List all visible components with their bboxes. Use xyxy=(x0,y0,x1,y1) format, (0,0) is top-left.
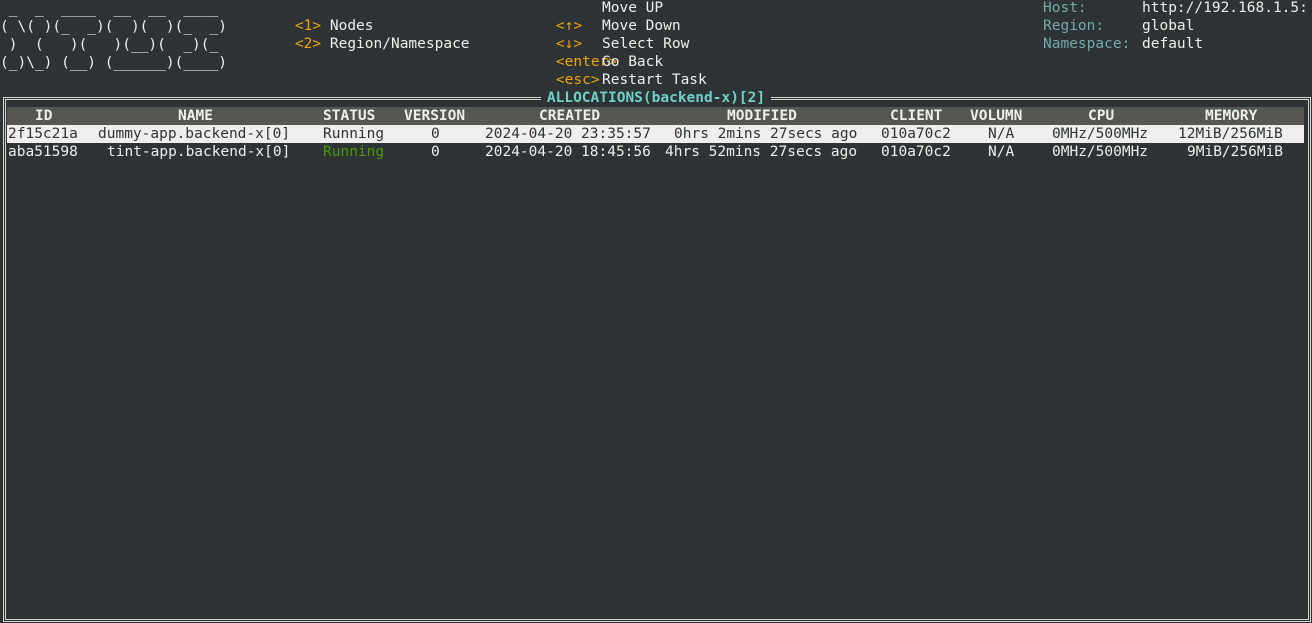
cell-id: 2f15c21a xyxy=(8,126,78,142)
col-version[interactable]: VERSION xyxy=(404,107,465,125)
shortcut-region-namespace[interactable]: <2> Region/Namespace xyxy=(260,17,470,52)
logo-line: _ _ ____ __ __ ____ xyxy=(0,1,227,17)
cell-cpu: 0MHz/500MHz xyxy=(1052,144,1149,160)
logo-line: ( \( )(_ _)( )( )(_ _) xyxy=(0,19,227,35)
cell-name: tint-app.backend-x[0] xyxy=(107,144,291,160)
cell-status: Running xyxy=(323,126,385,142)
cell-modified: 4hrs 52mins 27secs ago xyxy=(665,144,858,160)
table-row[interactable]: aba51598 tint-app.backend-x[0] Running 0… xyxy=(7,143,1304,161)
cell-memory: 12MiB/256MiB xyxy=(1178,126,1283,142)
logo-line: (_)\_) (__) (______)(____) xyxy=(0,55,227,71)
cell-version: 0 xyxy=(431,126,440,142)
cell-created: 2024-04-20 18:45:56 xyxy=(485,144,651,160)
shortcut-nodes[interactable]: <1> Nodes xyxy=(260,0,374,34)
shortcut-move-down[interactable]: <↓> xyxy=(521,17,582,52)
cell-modified: 0hrs 2mins 27secs ago xyxy=(674,126,858,142)
shortcut-label: Move UP xyxy=(602,0,664,16)
cell-version: 0 xyxy=(431,144,440,160)
shortcut-key: <2> xyxy=(294,36,322,52)
allocations-panel xyxy=(3,97,1311,622)
cell-id: aba51598 xyxy=(8,144,78,160)
shortcut-go-back[interactable]: <esc> xyxy=(521,53,600,88)
shortcut-label: Select Row xyxy=(602,36,690,52)
logo-line: ) ( )( )(__)( _)(_ xyxy=(0,37,227,53)
app-logo: _ _ ____ __ __ ____ ( \( )(_ _)( )( )(_ … xyxy=(0,0,227,108)
shortcut-label: Region/Namespace xyxy=(329,36,470,52)
cell-memory: 9MiB/256MiB xyxy=(1187,144,1284,160)
shortcut-label: Move Down xyxy=(602,18,681,34)
shortcut-move-up[interactable]: <↑> xyxy=(521,0,582,34)
shortcut-label: Go Back xyxy=(602,54,664,70)
terminal-screen: _ _ ____ __ __ ____ ( \( )(_ _)( )( )(_ … xyxy=(0,0,1312,623)
col-name[interactable]: NAME xyxy=(178,107,213,125)
host-value: http://192.168.1.5: xyxy=(1142,0,1308,16)
cell-cpu: 0MHz/500MHz xyxy=(1052,126,1149,142)
cell-volumn: N/A xyxy=(988,144,1015,160)
col-modified[interactable]: MODIFIED xyxy=(727,107,797,125)
col-created[interactable]: CREATED xyxy=(539,107,600,125)
cell-status: Running xyxy=(323,144,385,160)
cell-name: dummy-app.backend-x[0] xyxy=(98,126,291,142)
cell-client: 010a70c2 xyxy=(881,144,951,160)
namespace-value: default xyxy=(1142,36,1204,52)
allocations-table: ID NAME STATUS VERSION CREATED MODIFIED … xyxy=(7,107,1304,161)
col-cpu[interactable]: CPU xyxy=(1088,107,1114,125)
table-row[interactable]: 2f15c21a dummy-app.backend-x[0] Running … xyxy=(7,125,1304,143)
table-header: ID NAME STATUS VERSION CREATED MODIFIED … xyxy=(7,107,1304,125)
col-memory[interactable]: MEMORY xyxy=(1205,107,1257,125)
namespace-label: Namespace: xyxy=(1043,36,1131,52)
region-value: global xyxy=(1142,18,1195,34)
col-volumn[interactable]: VOLUMN xyxy=(970,107,1022,125)
cell-created: 2024-04-20 23:35:57 xyxy=(485,126,651,142)
col-id[interactable]: ID xyxy=(35,107,52,125)
cell-client: 010a70c2 xyxy=(881,126,951,142)
col-client[interactable]: CLIENT xyxy=(890,107,942,125)
host-label: Host: xyxy=(1043,0,1087,16)
region-label: Region: xyxy=(1043,18,1105,34)
cell-volumn: N/A xyxy=(988,126,1015,142)
col-status[interactable]: STATUS xyxy=(323,107,375,125)
shortcut-label: Restart Task xyxy=(602,72,707,88)
